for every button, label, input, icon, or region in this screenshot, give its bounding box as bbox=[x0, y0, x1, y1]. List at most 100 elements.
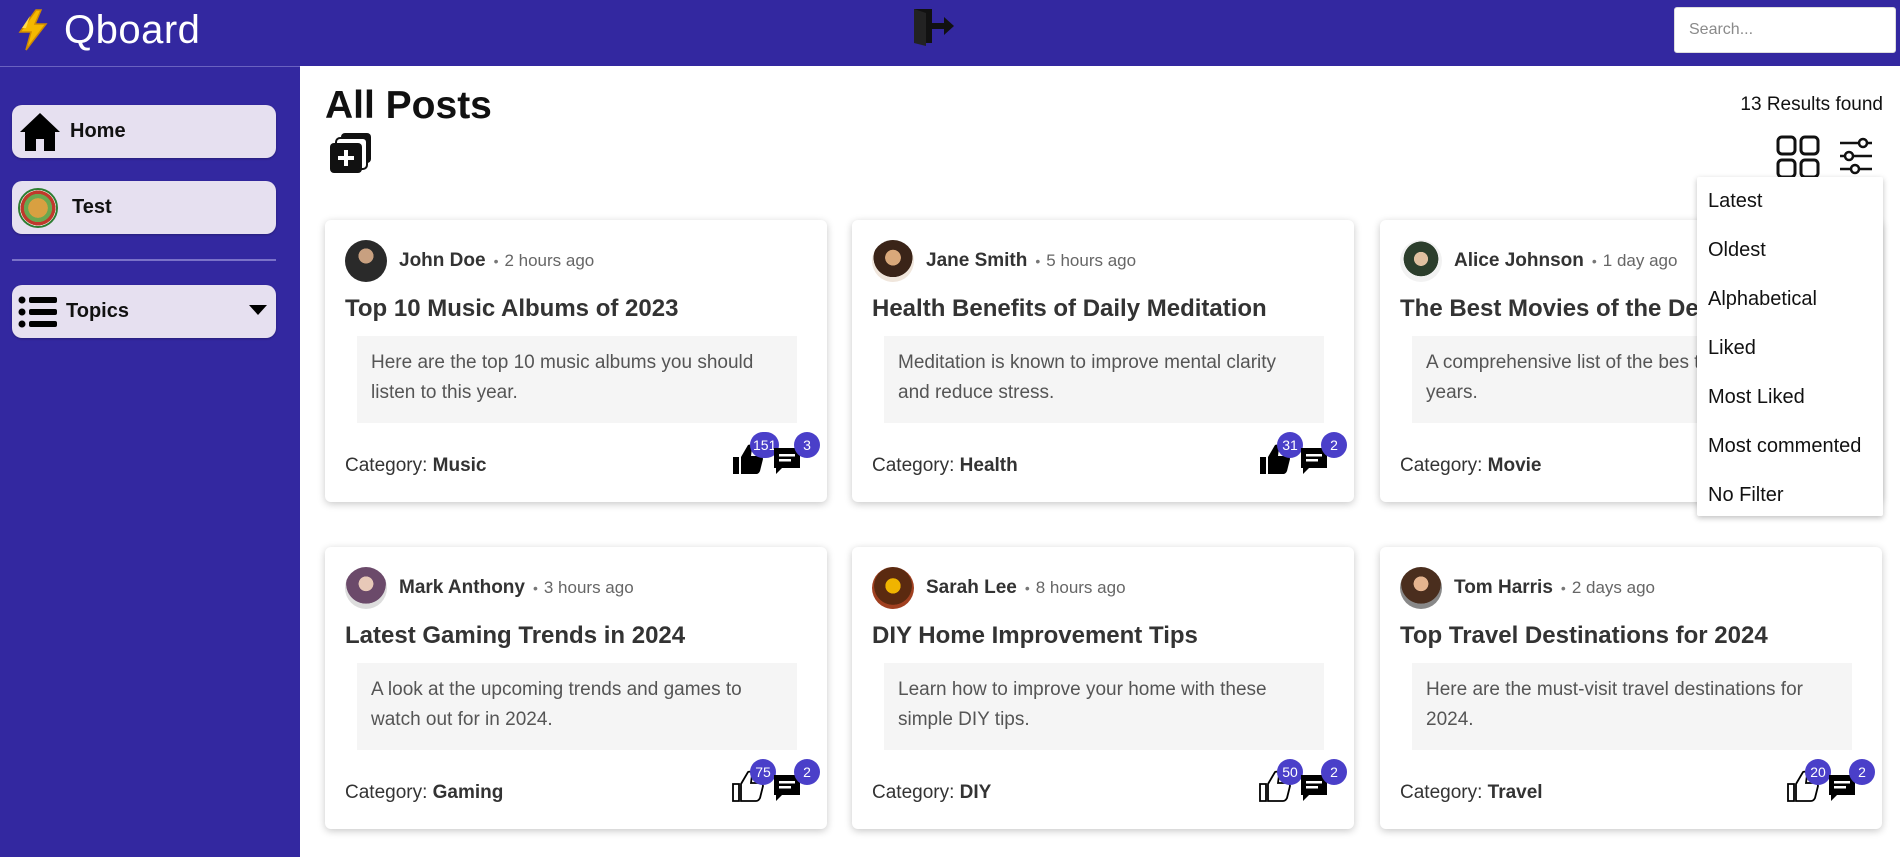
post-time: 2 days ago bbox=[1571, 578, 1655, 597]
separator-dot: • bbox=[532, 580, 538, 596]
sort-option-most-liked[interactable]: Most Liked bbox=[1697, 373, 1883, 422]
comments-count-badge: 2 bbox=[1321, 432, 1347, 458]
category-value: Health bbox=[959, 455, 1018, 476]
post-author[interactable]: Tom Harris bbox=[1454, 577, 1553, 599]
post-category: Category: Travel bbox=[1400, 782, 1543, 804]
separator-dot: • bbox=[1024, 580, 1030, 596]
post-card[interactable]: Mark Anthony • 3 hours ago Latest Gaming Tr… bbox=[325, 547, 827, 829]
lightning-bolt-icon bbox=[18, 9, 48, 51]
home-icon bbox=[20, 112, 60, 151]
post-title[interactable]: Top 10 Music Albums of 2023 bbox=[345, 295, 678, 323]
post-meta: Sarah Lee • 8 hours ago bbox=[872, 567, 1126, 609]
avatar[interactable] bbox=[345, 240, 387, 282]
sidebar-item-test[interactable]: Test bbox=[12, 181, 276, 234]
category-value: Movie bbox=[1487, 455, 1542, 476]
sort-option-liked[interactable]: Liked bbox=[1697, 324, 1883, 373]
post-title[interactable]: DIY Home Improvement Tips bbox=[872, 622, 1198, 650]
topics-dropdown[interactable]: Topics bbox=[12, 285, 276, 338]
comments-count-badge: 3 bbox=[794, 432, 820, 458]
sidebar-divider bbox=[12, 259, 276, 261]
sidebar-item-label: Test bbox=[72, 196, 112, 218]
sidebar-item-home[interactable]: Home bbox=[12, 105, 276, 158]
comments-count-badge: 2 bbox=[1321, 759, 1347, 785]
post-category: Category: Movie bbox=[1400, 455, 1542, 477]
post-description: Here are the top 10 music albums you sho… bbox=[357, 336, 797, 423]
logout-door-icon[interactable] bbox=[912, 6, 956, 48]
post-time: 8 hours ago bbox=[1035, 578, 1126, 597]
separator-dot: • bbox=[1560, 580, 1566, 596]
post-author[interactable]: Mark Anthony bbox=[399, 577, 525, 599]
category-label: Category: bbox=[872, 782, 955, 803]
post-description: Here are the must-visit travel destinati… bbox=[1412, 663, 1852, 750]
avatar[interactable] bbox=[1400, 240, 1442, 282]
page-title: All Posts bbox=[325, 84, 492, 127]
filter-sliders-icon[interactable] bbox=[1838, 137, 1874, 175]
sort-option-no-filter[interactable]: No Filter bbox=[1697, 471, 1883, 520]
post-description: Meditation is known to improve mental cl… bbox=[884, 336, 1324, 423]
sidebar-item-label: Home bbox=[70, 120, 126, 142]
avatar[interactable] bbox=[872, 567, 914, 609]
post-title[interactable]: Health Benefits of Daily Meditation bbox=[872, 295, 1267, 323]
post-description: Learn how to improve your home with thes… bbox=[884, 663, 1324, 750]
sort-option-latest[interactable]: Latest bbox=[1697, 177, 1883, 226]
separator-dot: • bbox=[1591, 253, 1597, 269]
sort-dropdown-menu: Latest Oldest Alphabetical Liked Most Li… bbox=[1697, 177, 1883, 516]
category-value: DIY bbox=[959, 782, 992, 803]
avatar[interactable] bbox=[1400, 567, 1442, 609]
post-time: 1 day ago bbox=[1602, 251, 1678, 270]
post-title[interactable]: Top Travel Destinations for 2024 bbox=[1400, 622, 1768, 650]
post-meta: Alice Johnson • 1 day ago bbox=[1400, 240, 1677, 282]
chevron-down-icon bbox=[249, 305, 267, 315]
post-time: 5 hours ago bbox=[1046, 251, 1137, 270]
app-name: Qboard bbox=[64, 8, 201, 52]
app-logo[interactable]: Qboard bbox=[14, 8, 200, 52]
search-input[interactable] bbox=[1674, 7, 1896, 53]
post-category: Category: Music bbox=[345, 455, 487, 477]
post-author[interactable]: Alice Johnson bbox=[1454, 250, 1584, 272]
category-value: Gaming bbox=[432, 782, 504, 803]
category-label: Category: bbox=[345, 455, 428, 476]
post-meta: Tom Harris • 2 days ago bbox=[1400, 567, 1655, 609]
post-category: Category: Health bbox=[872, 455, 1018, 477]
separator-dot: • bbox=[493, 253, 499, 269]
list-icon bbox=[18, 296, 57, 327]
add-post-icon[interactable] bbox=[327, 131, 373, 175]
results-count: 13 Results found bbox=[1740, 94, 1883, 115]
separator-dot: • bbox=[1035, 253, 1041, 269]
sort-option-alphabetical[interactable]: Alphabetical bbox=[1697, 275, 1883, 324]
post-meta: Mark Anthony • 3 hours ago bbox=[345, 567, 634, 609]
sidebar: Home Test Topics bbox=[0, 66, 300, 857]
category-label: Category: bbox=[1400, 782, 1483, 803]
post-meta: John Doe • 2 hours ago bbox=[345, 240, 594, 282]
top-bar: Qboard bbox=[0, 0, 1900, 66]
post-title[interactable]: The Best Movies of the Dec bbox=[1400, 295, 1712, 323]
category-label: Category: bbox=[345, 782, 428, 803]
comments-count-badge: 2 bbox=[1849, 759, 1875, 785]
comments-count-badge: 2 bbox=[794, 759, 820, 785]
sort-option-oldest[interactable]: Oldest bbox=[1697, 226, 1883, 275]
grid-view-icon[interactable] bbox=[1776, 135, 1820, 179]
post-card[interactable]: Tom Harris • 2 days ago Top Travel Destinat… bbox=[1380, 547, 1882, 829]
post-author[interactable]: John Doe bbox=[399, 250, 486, 272]
post-author[interactable]: Jane Smith bbox=[926, 250, 1027, 272]
category-label: Category: bbox=[1400, 455, 1483, 476]
category-label: Category: bbox=[872, 455, 955, 476]
post-description: A look at the upcoming trends and games … bbox=[357, 663, 797, 750]
category-value: Travel bbox=[1487, 782, 1543, 803]
post-time: 2 hours ago bbox=[504, 251, 595, 270]
post-category: Category: Gaming bbox=[345, 782, 503, 804]
sort-option-most-commented[interactable]: Most commented bbox=[1697, 422, 1883, 471]
category-value: Music bbox=[432, 455, 487, 476]
post-card[interactable]: Jane Smith • 5 hours ago Health Benefits of… bbox=[852, 220, 1354, 502]
topics-label: Topics bbox=[66, 300, 129, 322]
post-title[interactable]: Latest Gaming Trends in 2024 bbox=[345, 622, 685, 650]
post-author[interactable]: Sarah Lee bbox=[926, 577, 1017, 599]
post-card[interactable]: John Doe • 2 hours ago Top 10 Music Albums … bbox=[325, 220, 827, 502]
avatar[interactable] bbox=[872, 240, 914, 282]
post-category: Category: DIY bbox=[872, 782, 991, 804]
avatar[interactable] bbox=[345, 567, 387, 609]
post-time: 3 hours ago bbox=[543, 578, 634, 597]
test-avatar bbox=[18, 187, 58, 228]
post-card[interactable]: Sarah Lee • 8 hours ago DIY Home Improvemen… bbox=[852, 547, 1354, 829]
post-meta: Jane Smith • 5 hours ago bbox=[872, 240, 1136, 282]
